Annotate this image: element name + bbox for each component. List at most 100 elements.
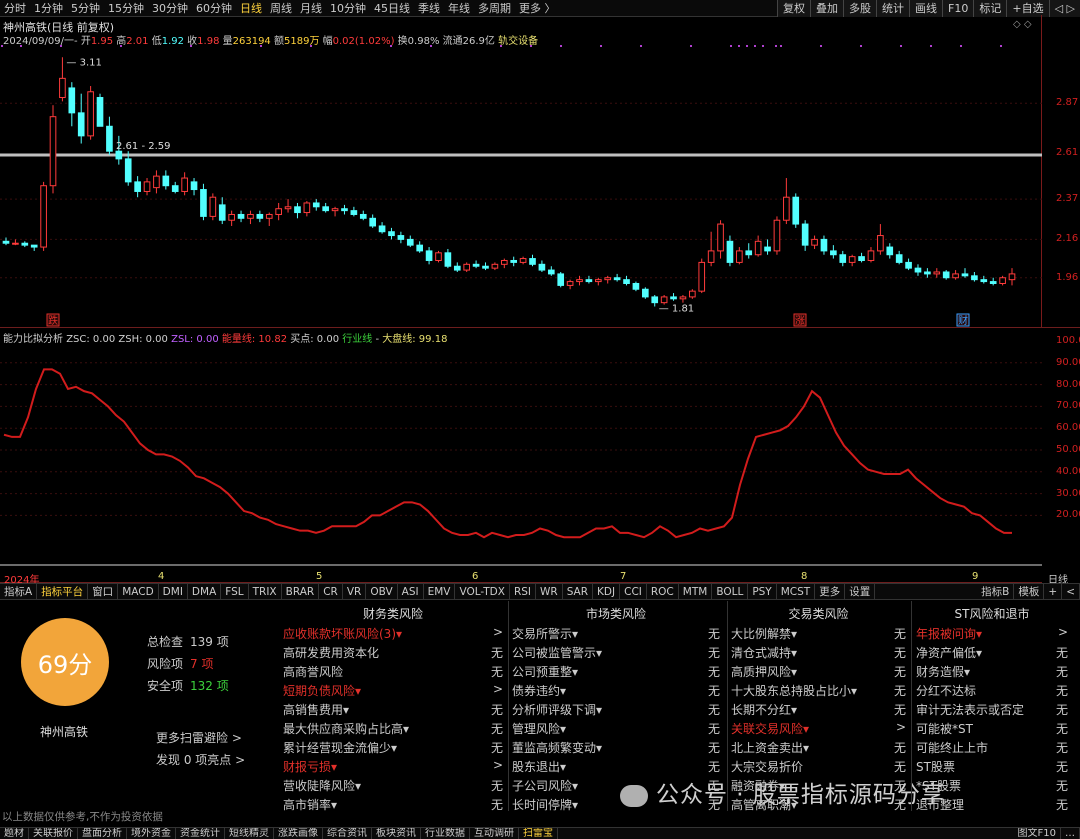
risk-row-value: 无 [707, 722, 720, 736]
risk-row[interactable]: 分析师评级下调▾ 无 [512, 699, 720, 718]
bottom-nav-2[interactable]: 盘面分析 [78, 828, 127, 839]
risk-row[interactable]: 可能终止上市 无 [916, 737, 1068, 756]
bottom-nav-11[interactable]: 扫雷宝 [519, 828, 558, 839]
indicator-tab-9[interactable]: CR [319, 583, 343, 600]
indicator-tab-12[interactable]: ASI [398, 583, 424, 600]
bottom-nav-10[interactable]: 互动调研 [470, 828, 519, 839]
bottom-nav-9[interactable]: 行业数据 [421, 828, 470, 839]
risk-row[interactable]: 大宗交易折价 无 [731, 756, 906, 775]
risk-row-value: 无 [490, 798, 503, 812]
indicator-tab-15[interactable]: RSI [510, 583, 536, 600]
risk-row[interactable]: 高市销率▾ 无 [283, 794, 503, 813]
bottom-nav-right-0[interactable]: 图文F10 [1014, 828, 1061, 839]
risk-row[interactable]: 清仓式减持▾ 无 [731, 642, 906, 661]
risk-row[interactable]: 交易所警示▾ 无 [512, 623, 720, 642]
indicator-tab-25[interactable]: 更多 [815, 583, 846, 600]
risk-row[interactable]: 公司被监管警示▾ 无 [512, 642, 720, 661]
risk-row[interactable]: 债券违约▾ 无 [512, 680, 720, 699]
risk-row[interactable]: 短期负债风险▾ > [283, 680, 503, 699]
indicator-tab-10[interactable]: VR [343, 583, 367, 600]
risk-row[interactable]: 高商誉风险 无 [283, 661, 503, 680]
indicator-tab-19[interactable]: CCI [620, 583, 647, 600]
risk-row[interactable]: 累计经营现金流偏少▾ 无 [283, 737, 503, 756]
bottom-nav-3[interactable]: 境外资金 [127, 828, 176, 839]
indicator-tab-22[interactable]: BOLL [712, 583, 749, 600]
indicator-tab-right-1[interactable]: 模板 [1014, 583, 1045, 600]
risk-row-label: 董监高频繁变动▾ [512, 741, 603, 755]
risk-row[interactable]: 财报亏损▾ > [283, 756, 503, 775]
risk-row[interactable]: 审计无法表示或否定 无 [916, 699, 1068, 718]
indicator-tab-2[interactable]: 窗口 [88, 583, 119, 600]
indicator-tab-right-0[interactable]: 指标B [977, 583, 1015, 600]
risk-row[interactable]: 股东退出▾ 无 [512, 756, 720, 775]
indicator-tab-20[interactable]: ROC [647, 583, 679, 600]
section-title-1: 市场类风险 [585, 607, 646, 621]
risk-row[interactable]: 退市整理 无 [916, 794, 1068, 813]
risk-row[interactable]: 关联交易风险▾ > [731, 718, 906, 737]
risk-row[interactable]: 公司预重整▾ 无 [512, 661, 720, 680]
indicator-tab-8[interactable]: BRAR [282, 583, 320, 600]
candle-body [500, 259, 508, 265]
signal-dot [120, 45, 122, 47]
bottom-nav-5[interactable]: 短线精灵 [225, 828, 274, 839]
indicator-tab-0[interactable]: 指标A [0, 583, 38, 600]
bottom-nav-6[interactable]: 涨跌画像 [274, 828, 323, 839]
indicator-tab-14[interactable]: VOL-TDX [455, 583, 510, 600]
risk-row[interactable]: 营收陡降风险▾ 无 [283, 775, 503, 794]
risk-row[interactable]: 应收账款坏账风险(3)▾ > [283, 623, 503, 642]
bottom-nav-7[interactable]: 综合资讯 [323, 828, 372, 839]
indicator-tab-right-2[interactable]: + [1044, 583, 1063, 600]
risk-row[interactable]: 净资产偏低▾ 无 [916, 642, 1068, 661]
indicator-tab-3[interactable]: MACD [118, 583, 159, 600]
indicator-tab-13[interactable]: EMV [424, 583, 456, 600]
risk-row[interactable]: ST股票 无 [916, 756, 1068, 775]
indicator-tab-11[interactable]: OBV [366, 583, 398, 600]
indicator-tab-18[interactable]: KDJ [593, 583, 621, 600]
risk-row[interactable]: 高管离职潮▾ 无 [731, 794, 906, 813]
candle-body [942, 271, 950, 279]
risk-row[interactable]: 大比例解禁▾ 无 [731, 623, 906, 642]
risk-row[interactable]: 融资融券▾ 无 [731, 775, 906, 794]
risk-row[interactable]: 高质押风险▾ 无 [731, 661, 906, 680]
risk-row[interactable]: 高销售费用▾ 无 [283, 699, 503, 718]
risk-row[interactable]: 长期不分红▾ 无 [731, 699, 906, 718]
bottom-nav-0[interactable]: 题材 [0, 828, 29, 839]
risk-row[interactable]: 可能被*ST 无 [916, 718, 1068, 737]
risk-row[interactable]: *ST股票 无 [916, 775, 1068, 794]
risk-row[interactable]: 董监高频繁变动▾ 无 [512, 737, 720, 756]
risk-row[interactable]: 高研发费用资本化 无 [283, 642, 503, 661]
risk-row-value: 无 [490, 665, 503, 679]
indicator-tab-21[interactable]: MTM [679, 583, 713, 600]
indicator-axis-tick: 30.00 [1056, 487, 1080, 499]
risk-row[interactable]: 管理风险▾ 无 [512, 718, 720, 737]
indicator-tab-1[interactable]: 指标平台 [37, 583, 89, 600]
indicator-tab-4[interactable]: DMI [159, 583, 188, 600]
risk-row[interactable]: 最大供应商采购占比高▾ 无 [283, 718, 503, 737]
indicator-tab-right-3[interactable]: < [1062, 583, 1080, 600]
indicator-tab-6[interactable]: FSL [221, 583, 249, 600]
indicator-tab-5[interactable]: DMA [188, 583, 222, 600]
indicator-tab-24[interactable]: MCST [777, 583, 816, 600]
risk-row[interactable]: 十大股东总持股占比小▾ 无 [731, 680, 906, 699]
indicator-tab-7[interactable]: TRIX [249, 583, 282, 600]
risk-row[interactable]: 北上资金卖出▾ 无 [731, 737, 906, 756]
indicator-header[interactable]: 能力比拟分析 ZSC: 0.00 ZSH: 0.00 ZSL: 0.00 能量线… [3, 330, 447, 345]
risk-row[interactable]: 年报被问询▾ > [916, 623, 1068, 642]
indicator-tab-17[interactable]: SAR [563, 583, 594, 600]
risk-row[interactable]: 财务造假▾ 无 [916, 661, 1068, 680]
bottom-nav-right-1[interactable]: … [1061, 828, 1080, 839]
bottom-nav-8[interactable]: 板块资讯 [372, 828, 421, 839]
more-risk-link[interactable]: 更多扫雷避险 > [156, 729, 242, 746]
highlights-link[interactable]: 发现 0 项亮点 > [156, 751, 245, 768]
indicator-tab-26[interactable]: 设置 [845, 583, 876, 600]
bottom-nav-4[interactable]: 资金统计 [176, 828, 225, 839]
risk-row[interactable]: 长时间停牌▾ 无 [512, 794, 720, 813]
indicator-tab-16[interactable]: WR [536, 583, 563, 600]
risk-row-label: 公司预重整▾ [512, 665, 579, 679]
candle-body [670, 296, 677, 300]
date-tick-4: 4 [158, 571, 165, 582]
bottom-nav-1[interactable]: 关联报价 [29, 828, 78, 839]
risk-row[interactable]: 分红不达标 无 [916, 680, 1068, 699]
risk-row[interactable]: 子公司风险▾ 无 [512, 775, 720, 794]
indicator-tab-23[interactable]: PSY [748, 583, 777, 600]
